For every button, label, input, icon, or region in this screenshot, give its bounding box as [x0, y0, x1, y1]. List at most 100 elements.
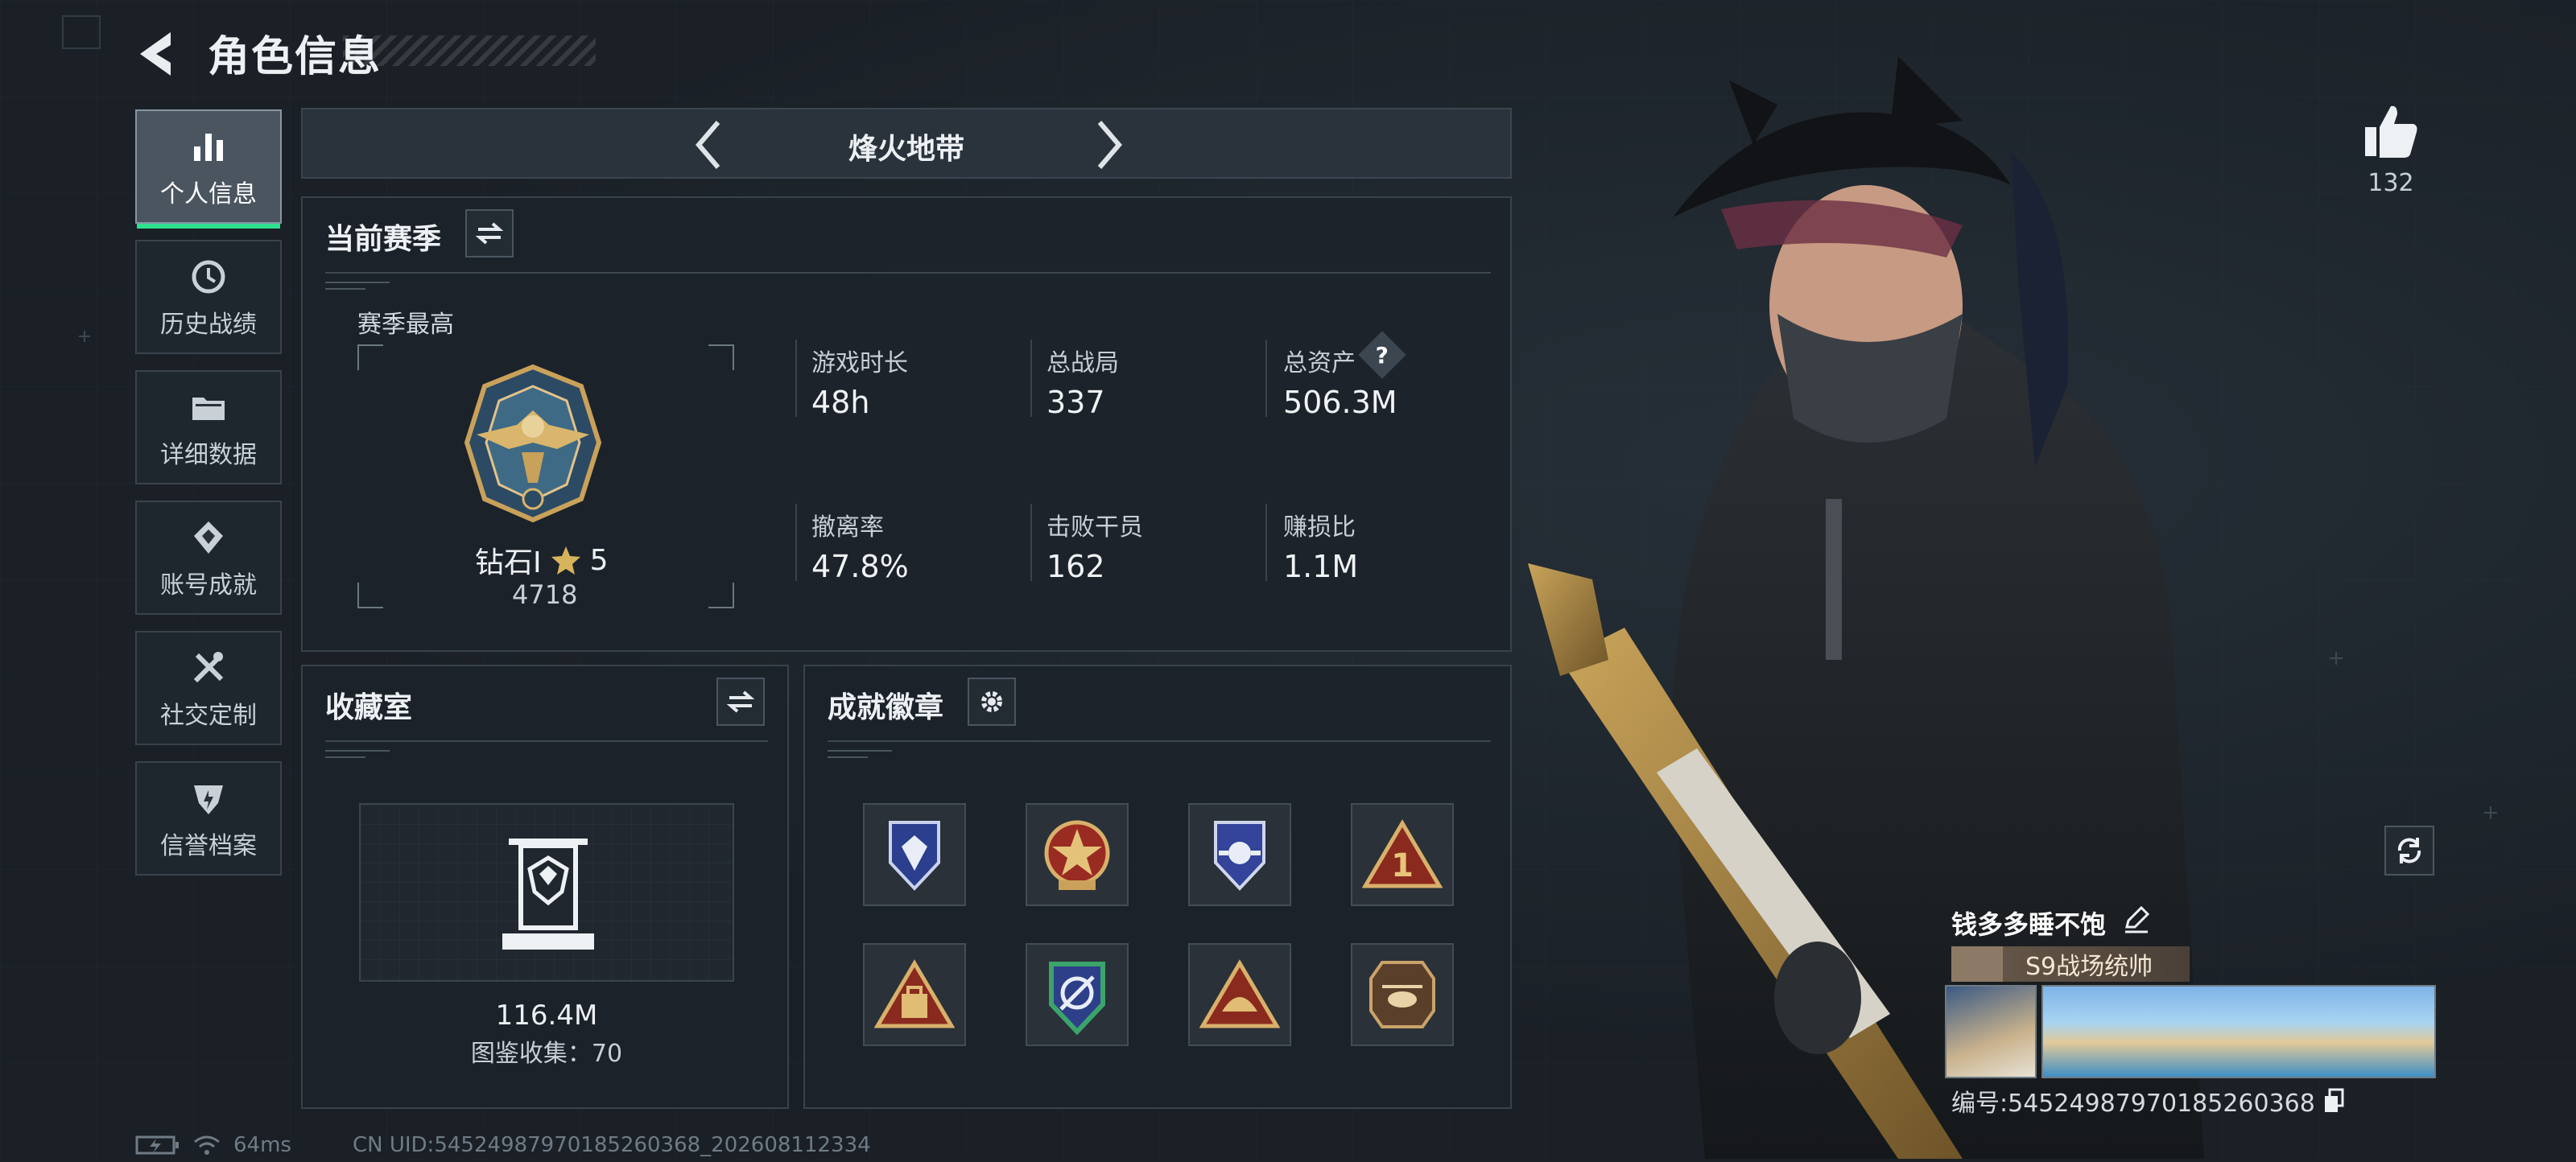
achievement-icon — [186, 515, 231, 560]
stat-label: 赚损比 — [1283, 513, 1356, 542]
gold-triangle-one-badge-icon: 1 — [1362, 819, 1443, 888]
stat-value: 1.1M — [1283, 549, 1359, 584]
sidebar-item-label: 历史战绩 — [160, 311, 257, 339]
collection-switch-button[interactable] — [716, 678, 765, 726]
battery-icon — [135, 1135, 179, 1155]
badge-slot[interactable] — [863, 803, 966, 906]
display-case-icon — [502, 839, 594, 950]
sidebar-item-detail-data[interactable]: 详细数据 — [135, 370, 282, 484]
decoration-lines — [325, 748, 390, 761]
badge-slot[interactable] — [1026, 943, 1129, 1046]
badge-slot[interactable] — [863, 943, 966, 1046]
chevron-right-icon — [1097, 121, 1122, 169]
rank-emblem-icon — [460, 362, 605, 526]
stat-divider — [795, 504, 797, 581]
stat-label: 总资产 — [1283, 349, 1356, 377]
collection-value: 116.4M — [495, 999, 598, 1032]
sidebar-item-reputation[interactable]: 信誉档案 — [135, 761, 282, 876]
player-name: 钱多多睡不饱 — [1951, 909, 2107, 940]
frame-corner — [357, 583, 383, 608]
badges-settings-button[interactable] — [968, 678, 1016, 726]
mode-switcher: 烽火地带 — [301, 108, 1512, 179]
blue-shield-badge-icon — [889, 821, 940, 891]
help-icon: ? — [1375, 341, 1389, 369]
thumbs-up-icon — [2365, 105, 2417, 158]
rank-stars: 5 — [589, 543, 609, 577]
sidebar-item-label: 账号成就 — [160, 571, 257, 600]
swap-icon — [726, 690, 755, 713]
green-compass-badge-icon — [1049, 962, 1105, 1036]
rank-score: 4718 — [512, 579, 578, 610]
title-badge-label: S9战场统帅 — [2025, 953, 2153, 981]
sidebar-item-label: 详细数据 — [160, 441, 257, 469]
frame-corner — [708, 344, 734, 370]
like-button[interactable] — [2359, 100, 2423, 164]
divider — [325, 272, 1491, 274]
sidebar-item-label: 信誉档案 — [160, 832, 257, 860]
sidebar-item-achievements[interactable]: 账号成就 — [135, 501, 282, 615]
swap-icon — [475, 222, 504, 245]
badge-slot[interactable]: 1 — [1351, 803, 1454, 906]
stat-value: 47.8% — [811, 549, 909, 584]
collection-showcase[interactable] — [359, 803, 734, 982]
season-panel: 当前赛季 赛季最高 钻石I 5 4718 游戏时长 48h 总战局 337 总资… — [301, 196, 1512, 652]
sidebar-item-label: 个人信息 — [160, 180, 257, 208]
stat-divider — [1030, 340, 1032, 417]
badge-slot[interactable] — [1026, 803, 1129, 906]
helicopter-badge-icon — [1369, 961, 1435, 1028]
badge-slot[interactable] — [1188, 943, 1291, 1046]
player-id: 编号:545249879701852603​68 — [1951, 1090, 2315, 1118]
stat-label: 击败干员 — [1046, 513, 1143, 542]
uid-text: CN UID:5452498797018526036​8_20260811233… — [352, 1133, 871, 1157]
bar-chart-icon — [186, 124, 231, 169]
season-switch-button[interactable] — [465, 209, 514, 258]
season-best-label: 赛季最高 — [357, 311, 454, 339]
back-button[interactable] — [129, 24, 188, 84]
prev-mode-button[interactable] — [686, 113, 734, 177]
ping-value: 64ms — [233, 1133, 291, 1157]
collection-catalog: 图鉴收集：70 — [470, 1040, 623, 1068]
collection-title: 收藏室 — [325, 691, 413, 724]
decoration-lines — [325, 280, 390, 293]
badges-title: 成就徽章 — [828, 691, 944, 724]
next-mode-button[interactable] — [1084, 113, 1132, 177]
stat-divider — [1265, 340, 1267, 417]
badge-slot[interactable] — [1351, 943, 1454, 1046]
stat-value: 506.3M — [1283, 385, 1397, 420]
player-id-line: 编号:545249879701852603​68 — [1951, 1083, 2346, 1119]
sidebar-item-label: 社交定制 — [160, 702, 257, 730]
wifi-icon — [194, 1135, 220, 1155]
rank-name: 钻石I — [475, 546, 542, 579]
chevron-left-icon — [696, 121, 720, 169]
title-decoration — [343, 35, 596, 66]
back-arrow-icon — [140, 32, 171, 76]
decoration-lines — [828, 748, 892, 761]
rotate-view-button[interactable] — [2384, 826, 2434, 876]
edit-name-button[interactable] — [2122, 904, 2154, 937]
refresh-icon — [2397, 838, 2421, 863]
frame-corner — [357, 344, 383, 370]
gold-triangle-dome-badge-icon — [1199, 959, 1280, 1028]
badge-slot[interactable] — [1188, 803, 1291, 906]
folder-icon — [186, 385, 231, 430]
sidebar-item-personal-info[interactable]: 个人信息 — [135, 109, 282, 229]
profile-banner[interactable] — [2041, 985, 2436, 1078]
stat-value: 162 — [1046, 549, 1105, 584]
rank-line: 钻石I 5 — [475, 539, 609, 581]
sidebar-item-history[interactable]: 历史战绩 — [135, 240, 282, 354]
stat-divider — [1265, 504, 1267, 581]
red-star-badge-icon — [1044, 820, 1110, 890]
stat-value: 48h — [811, 385, 870, 420]
svg-text:1: 1 — [1391, 847, 1414, 884]
copy-icon[interactable] — [2322, 1088, 2346, 1114]
gear-icon — [981, 691, 1002, 712]
assets-help-button[interactable]: ? — [1358, 331, 1406, 379]
title-badge: S9战场统帅 — [1951, 946, 2190, 982]
sidebar-item-social[interactable]: 社交定制 — [135, 631, 282, 745]
stat-label: 游戏时长 — [811, 349, 908, 377]
tools-icon — [186, 645, 231, 690]
divider — [325, 740, 768, 742]
status-bar: 64ms CN UID:5452498797018526036​8_202608… — [135, 1133, 871, 1157]
avatar[interactable] — [1945, 985, 2037, 1078]
history-icon — [186, 254, 231, 299]
